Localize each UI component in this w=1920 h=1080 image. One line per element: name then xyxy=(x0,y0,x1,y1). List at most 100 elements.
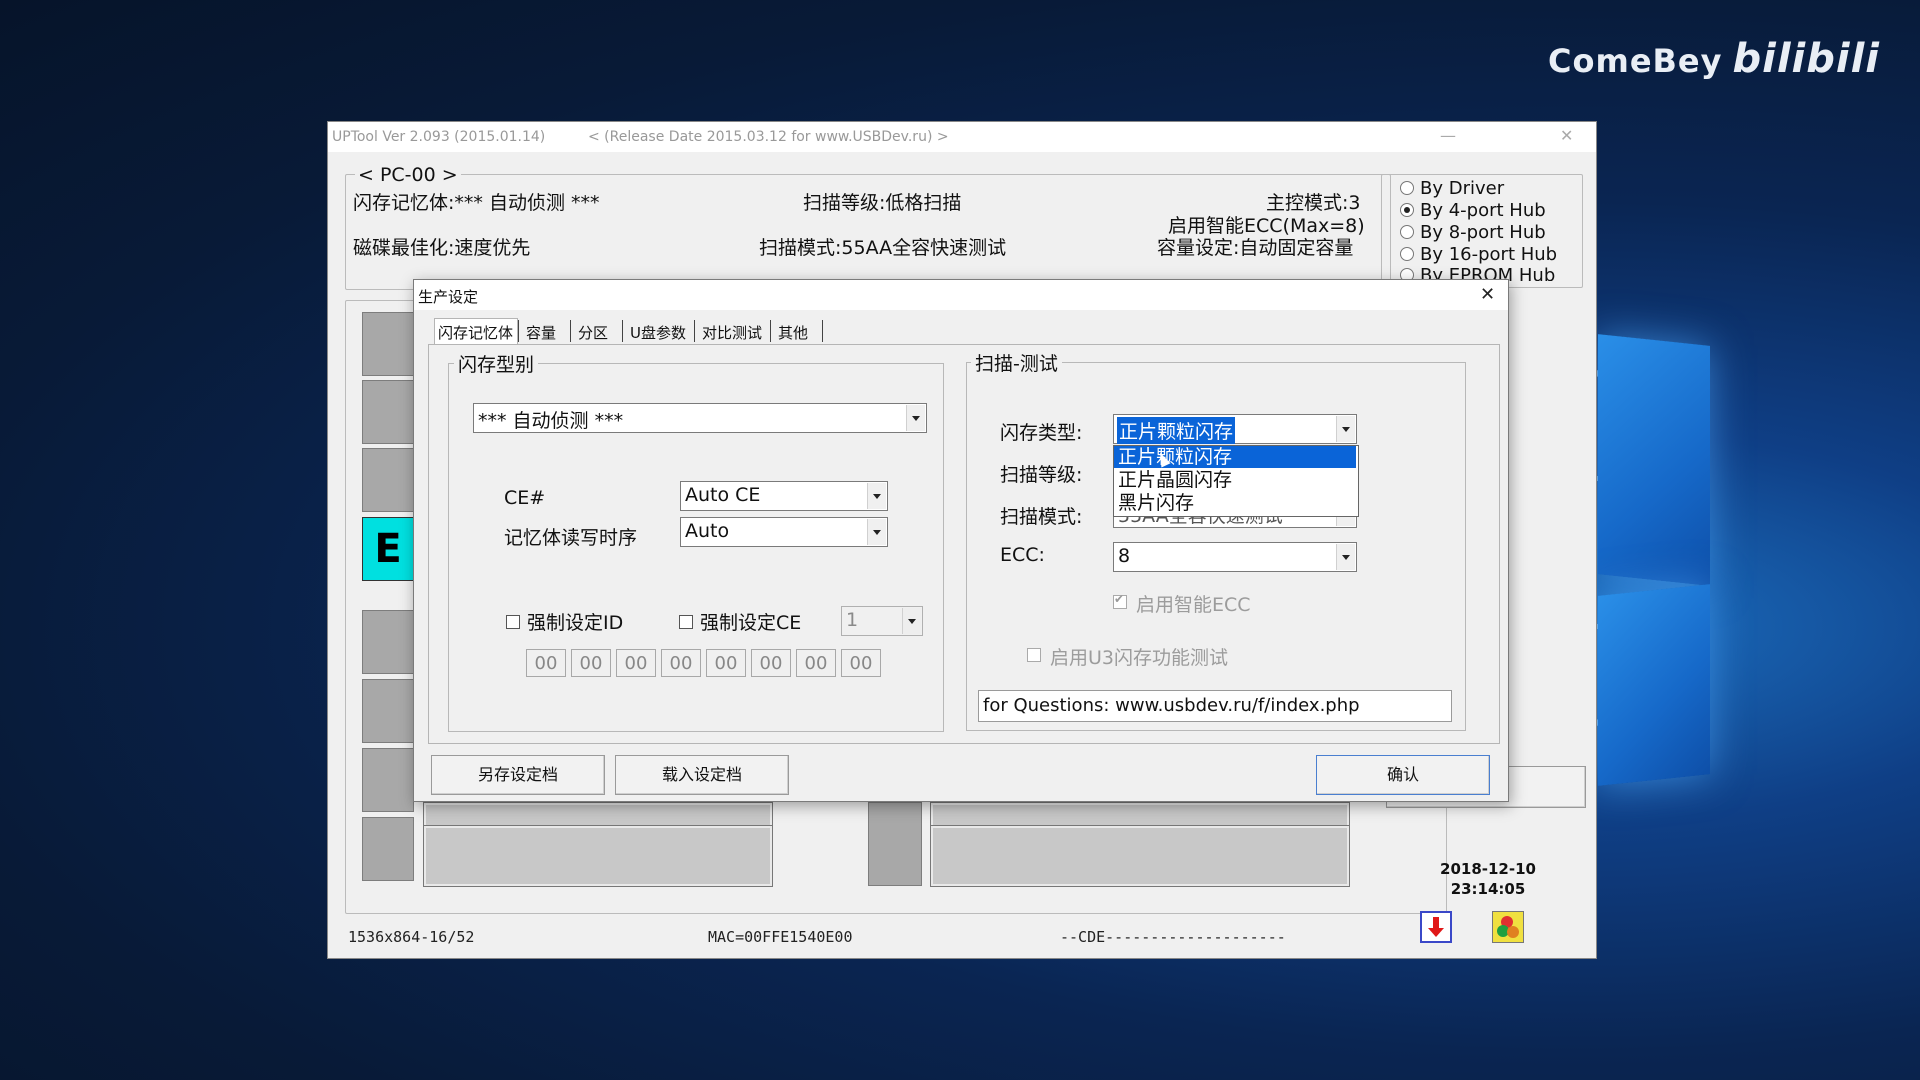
close-button[interactable]: ✕ xyxy=(1560,126,1573,145)
scan-level-label: 扫描等级: xyxy=(1000,464,1083,486)
id-byte-field[interactable]: 00 xyxy=(616,649,656,677)
orange-dot xyxy=(1507,926,1519,938)
smart-ecc-checkbox[interactable] xyxy=(1113,592,1127,609)
flash-type-select[interactable]: *** 自动侦测 *** xyxy=(473,403,927,433)
radio-circle xyxy=(1400,247,1414,261)
ecc-label: ECC: xyxy=(1000,544,1045,566)
capacity-setting-info: 容量设定:自动固定容量 xyxy=(1157,237,1354,259)
scan-test-legend: 扫描-测试 xyxy=(971,349,1062,376)
radio-label: By 8-port Hub xyxy=(1420,222,1546,243)
radio-by-16-port-hub[interactable]: By 16-port Hub xyxy=(1400,244,1557,265)
timing-select[interactable]: Auto xyxy=(680,517,888,547)
scan-level-info: 扫描等级:低格扫描 xyxy=(803,192,962,214)
dropdown-option[interactable]: 正片晶圆闪存 xyxy=(1114,469,1356,491)
port-slot xyxy=(362,679,414,743)
tab-compare-test[interactable]: 对比测试 xyxy=(702,322,762,343)
radio-circle xyxy=(1400,181,1414,195)
tab-separator xyxy=(518,320,519,342)
force-ce-checkbox[interactable] xyxy=(679,615,693,629)
disk-optimization-info: 磁碟最佳化:速度优先 xyxy=(353,237,531,259)
ce-value: Auto CE xyxy=(685,484,761,506)
radio-by-8-port-hub[interactable]: By 8-port Hub xyxy=(1400,222,1546,243)
chevron-down-icon[interactable] xyxy=(1336,544,1355,570)
tab-flash-memory[interactable]: 闪存记忆体 xyxy=(438,322,513,343)
force-id-label: 强制设定ID xyxy=(527,612,624,634)
chevron-down-icon[interactable] xyxy=(902,608,921,634)
force-ce-spinner[interactable]: 1 xyxy=(841,606,923,636)
status-resolution: 1536x864-16/52 xyxy=(348,928,475,946)
radio-circle xyxy=(1400,203,1414,217)
port-slot xyxy=(362,610,414,674)
timing-label: 记忆体读写时序 xyxy=(504,527,638,549)
minimize-button[interactable]: — xyxy=(1440,126,1456,145)
scan-mode-info: 扫描模式:55AA全容快速测试 xyxy=(759,237,1007,259)
port-slot xyxy=(362,448,414,512)
flash-kind-dropdown-list[interactable]: 正片颗粒闪存 正片晶圆闪存 黑片闪存 xyxy=(1113,445,1359,517)
radio-by-driver[interactable]: By Driver xyxy=(1400,178,1504,199)
status-mac: MAC=00FFE1540E00 xyxy=(708,928,853,946)
chevron-down-icon[interactable] xyxy=(906,405,925,431)
tab-partition[interactable]: 分区 xyxy=(578,322,608,343)
status-cde: --CDE-------------------- xyxy=(1060,928,1286,946)
scan-mode-label: 扫描模式: xyxy=(1000,506,1083,528)
port-slot xyxy=(362,380,414,444)
id-byte-field[interactable]: 00 xyxy=(796,649,836,677)
tab-usb-params[interactable]: U盘参数 xyxy=(630,322,686,343)
dropdown-option[interactable]: 正片颗粒闪存 xyxy=(1114,446,1356,468)
flash-type-legend: 闪存型别 xyxy=(454,350,539,377)
radio-by-4-port-hub[interactable]: By 4-port Hub xyxy=(1400,200,1546,221)
flash-memory-info: 闪存记忆体:*** 自动侦测 *** xyxy=(353,192,600,214)
radio-label: By 16-port Hub xyxy=(1420,244,1558,265)
save-settings-button[interactable]: 另存设定档 xyxy=(431,755,605,795)
force-id-checkbox[interactable] xyxy=(506,615,520,629)
tab-other[interactable]: 其他 xyxy=(778,322,808,343)
tab-separator xyxy=(770,320,771,342)
window-title-release: < (Release Date 2015.03.12 for www.USBDe… xyxy=(588,129,949,145)
chevron-down-icon[interactable] xyxy=(867,483,886,509)
force-ce-value: 1 xyxy=(846,609,859,631)
flash-kind-label: 闪存类型: xyxy=(1000,422,1083,444)
dialog-close-button[interactable]: ✕ xyxy=(1480,284,1495,305)
port-slot xyxy=(362,312,414,376)
load-settings-button[interactable]: 载入设定档 xyxy=(615,755,789,795)
id-byte-field[interactable]: 00 xyxy=(841,649,881,677)
u3-test-checkbox[interactable] xyxy=(1027,648,1041,662)
radio-label: By Driver xyxy=(1420,178,1505,199)
watermark: ComeBey bilibili xyxy=(1548,36,1880,82)
tab-capacity[interactable]: 容量 xyxy=(526,322,556,343)
port-slot xyxy=(868,802,922,886)
id-byte-field[interactable]: 00 xyxy=(706,649,746,677)
flash-type-value: *** 自动侦测 *** xyxy=(478,410,624,432)
download-icon[interactable] xyxy=(1420,911,1452,943)
id-byte-field[interactable]: 00 xyxy=(526,649,566,677)
ecc-select[interactable]: 8 xyxy=(1113,542,1357,572)
id-byte-field[interactable]: 00 xyxy=(751,649,791,677)
chevron-down-icon[interactable] xyxy=(1336,416,1355,442)
chevron-down-icon[interactable] xyxy=(867,519,886,545)
ce-select[interactable]: Auto CE xyxy=(680,481,888,511)
id-byte-field[interactable]: 00 xyxy=(661,649,701,677)
smart-ecc-label: 启用智能ECC xyxy=(1136,594,1251,616)
tab-separator xyxy=(570,320,571,342)
port-drive-letter[interactable]: E xyxy=(362,517,414,581)
port-progress-bar xyxy=(423,825,773,887)
id-byte-field[interactable]: 00 xyxy=(571,649,611,677)
dialog-title-bar: 生产设定 ✕ xyxy=(414,280,1508,310)
confirm-button[interactable]: 确认 xyxy=(1316,755,1490,795)
radio-circle xyxy=(1400,225,1414,239)
port-progress-bar xyxy=(930,825,1350,887)
radio-label: By 4-port Hub xyxy=(1420,200,1546,221)
ce-label: CE# xyxy=(504,487,546,509)
watermark-site: bilibili xyxy=(1732,36,1880,82)
u3-test-label: 启用U3闪存功能测试 xyxy=(1050,647,1228,669)
dropdown-option[interactable]: 黑片闪存 xyxy=(1114,492,1356,514)
arrow-head xyxy=(1428,928,1444,937)
tab-separator xyxy=(622,320,623,342)
color-settings-icon[interactable] xyxy=(1492,911,1524,943)
port-slot xyxy=(362,748,414,812)
windows-logo-pane xyxy=(1598,334,1710,586)
questions-field[interactable]: for Questions: www.usbdev.ru/f/index.php xyxy=(978,690,1452,722)
windows-logo-pane xyxy=(1598,584,1710,786)
flash-kind-select[interactable]: 正片颗粒闪存 xyxy=(1113,414,1357,444)
tab-separator xyxy=(694,320,695,342)
